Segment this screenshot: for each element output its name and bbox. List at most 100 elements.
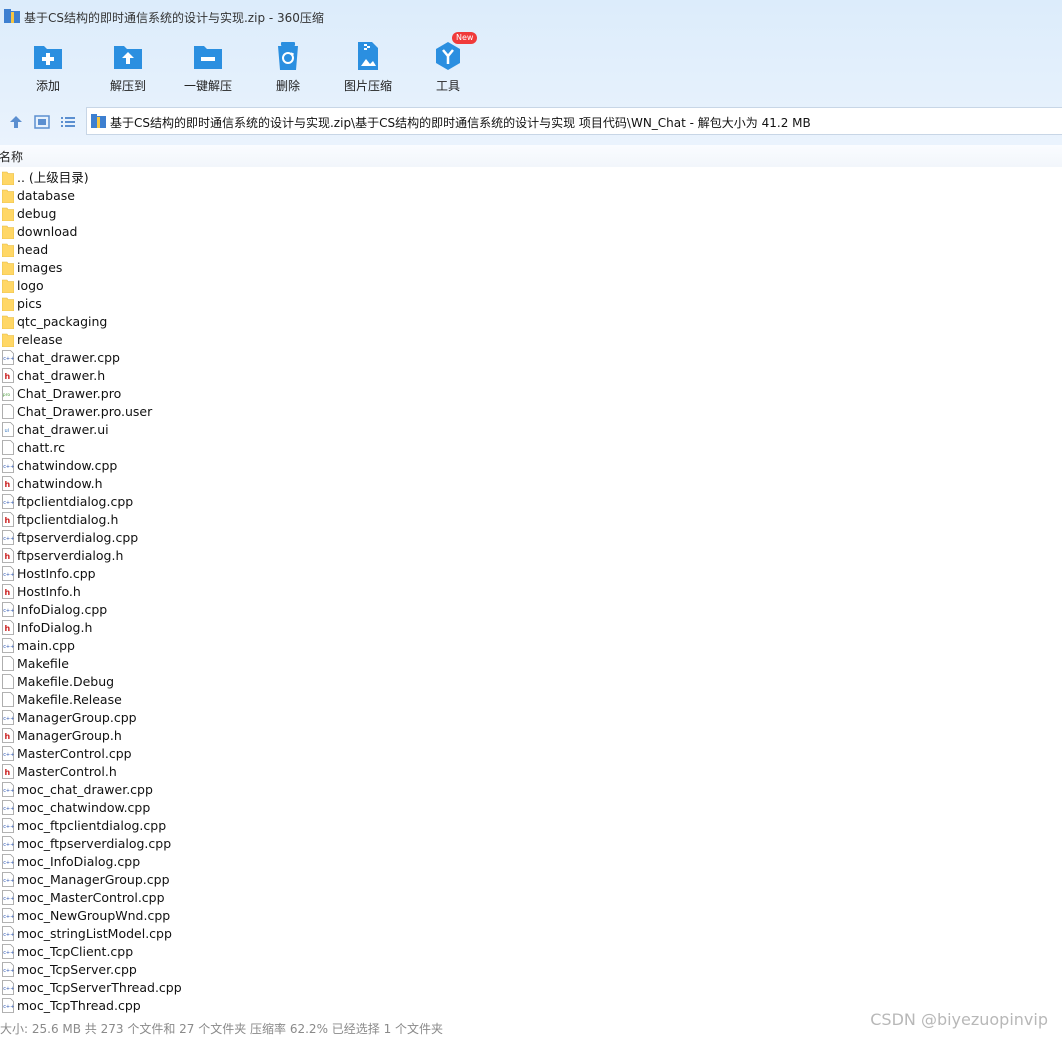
header-file-icon: h — [2, 728, 14, 743]
add-button[interactable]: 添加 — [8, 36, 88, 98]
file-row[interactable]: c++ InfoDialog.cpp — [0, 601, 1062, 619]
image-compress-button[interactable]: 图片压缩 — [328, 36, 408, 98]
file-row[interactable]: c++ chatwindow.cpp — [0, 457, 1062, 475]
thumbnail-view-icon[interactable] — [33, 113, 51, 131]
name-column-header[interactable]: 名称 — [0, 148, 23, 165]
up-arrow-icon[interactable] — [7, 113, 25, 131]
file-row[interactable]: h MasterControl.h — [0, 763, 1062, 781]
file-row[interactable]: h ftpclientdialog.h — [0, 511, 1062, 529]
list-view-icon[interactable] — [59, 113, 77, 131]
file-row[interactable]: c++ moc_NewGroupWnd.cpp — [0, 907, 1062, 925]
folder-row[interactable]: debug — [0, 205, 1062, 223]
file-name: moc_ftpclientdialog.cpp — [17, 818, 167, 833]
file-row[interactable]: c++ HostInfo.cpp — [0, 565, 1062, 583]
cpp-file-icon: c++ — [2, 494, 14, 509]
file-name: moc_MasterControl.cpp — [17, 890, 165, 905]
svg-text:h: h — [5, 624, 11, 633]
svg-text:c++: c++ — [3, 500, 14, 506]
cpp-file-icon: c++ — [2, 530, 14, 545]
delete-button[interactable]: 删除 — [248, 36, 328, 98]
extract-to-button[interactable]: 解压到 — [88, 36, 168, 98]
file-name: moc_NewGroupWnd.cpp — [17, 908, 171, 923]
file-row[interactable]: Makefile.Debug — [0, 673, 1062, 691]
cpp-file-icon: c++ — [2, 836, 14, 851]
folder-row[interactable]: database — [0, 187, 1062, 205]
file-icon — [2, 692, 14, 707]
file-row[interactable]: c++ ftpserverdialog.cpp — [0, 529, 1062, 547]
file-row[interactable]: c++ moc_TcpServer.cpp — [0, 961, 1062, 979]
folder-icon — [1, 188, 15, 204]
file-name: chatwindow.h — [17, 476, 103, 491]
file-row[interactable]: c++ moc_chatwindow.cpp — [0, 799, 1062, 817]
cpp-file-icon: c++ — [2, 746, 14, 761]
file-name: Makefile — [17, 656, 69, 671]
file-row[interactable]: h HostInfo.h — [0, 583, 1062, 601]
file-name: chat_drawer.ui — [17, 422, 109, 437]
svg-text:c++: c++ — [3, 986, 14, 992]
file-row[interactable]: c++ main.cpp — [0, 637, 1062, 655]
file-row[interactable]: c++ moc_TcpClient.cpp — [0, 943, 1062, 961]
cpp-file-icon: c++ — [2, 962, 14, 977]
tools-button[interactable]: New 工具 — [408, 32, 488, 98]
folder-row[interactable]: logo — [0, 277, 1062, 295]
file-name: ManagerGroup.cpp — [17, 710, 137, 725]
file-row[interactable]: c++ ManagerGroup.cpp — [0, 709, 1062, 727]
svg-text:h: h — [5, 732, 11, 741]
address-bar[interactable]: 基于CS结构的即时通信系统的设计与实现.zip\基于CS结构的即时通信系统的设计… — [86, 107, 1062, 135]
folder-row[interactable]: .. (上级目录) — [0, 169, 1062, 187]
file-name: moc_TcpClient.cpp — [17, 944, 134, 959]
file-name: chat_drawer.h — [17, 368, 106, 383]
file-row[interactable]: Makefile.Release — [0, 691, 1062, 709]
file-row[interactable]: chatt.rc — [0, 439, 1062, 457]
svg-text:c++: c++ — [3, 968, 14, 974]
file-row[interactable]: c++ moc_ftpclientdialog.cpp — [0, 817, 1062, 835]
folder-row[interactable]: release — [0, 331, 1062, 349]
file-name: chatt.rc — [17, 440, 65, 455]
file-name: moc_stringListModel.cpp — [17, 926, 172, 941]
file-row[interactable]: c++ moc_chat_drawer.cpp — [0, 781, 1062, 799]
one-click-extract-button[interactable]: 一键解压 — [168, 36, 248, 98]
cpp-file-icon: c++ — [2, 926, 14, 941]
file-name: ftpclientdialog.h — [17, 512, 119, 527]
file-row[interactable]: c++ moc_TcpServerThread.cpp — [0, 979, 1062, 997]
file-row[interactable]: h ManagerGroup.h — [0, 727, 1062, 745]
svg-text:ui: ui — [5, 428, 10, 434]
file-row[interactable]: c++ moc_InfoDialog.cpp — [0, 853, 1062, 871]
folder-icon — [1, 296, 15, 312]
file-row[interactable]: c++ moc_stringListModel.cpp — [0, 925, 1062, 943]
file-row[interactable]: Makefile — [0, 655, 1062, 673]
folder-icon — [1, 206, 15, 222]
file-row[interactable]: c++ moc_ManagerGroup.cpp — [0, 871, 1062, 889]
file-row[interactable]: ui chat_drawer.ui — [0, 421, 1062, 439]
folder-icon — [1, 260, 15, 276]
file-row[interactable]: pro Chat_Drawer.pro — [0, 385, 1062, 403]
file-row[interactable]: Chat_Drawer.pro.user — [0, 403, 1062, 421]
folder-row[interactable]: head — [0, 241, 1062, 259]
folder-row[interactable]: qtc_packaging — [0, 313, 1062, 331]
file-icon — [2, 656, 14, 671]
file-row[interactable]: c++ chat_drawer.cpp — [0, 349, 1062, 367]
file-row[interactable]: c++ moc_MasterControl.cpp — [0, 889, 1062, 907]
file-name: InfoDialog.h — [17, 620, 93, 635]
file-row[interactable]: h InfoDialog.h — [0, 619, 1062, 637]
cpp-file-icon: c++ — [2, 782, 14, 797]
file-row[interactable]: c++ MasterControl.cpp — [0, 745, 1062, 763]
file-row[interactable]: h ftpserverdialog.h — [0, 547, 1062, 565]
folder-row[interactable]: images — [0, 259, 1062, 277]
file-name: ftpserverdialog.h — [17, 548, 124, 563]
folder-row[interactable]: pics — [0, 295, 1062, 313]
file-row[interactable]: h chat_drawer.h — [0, 367, 1062, 385]
file-name: moc_TcpServer.cpp — [17, 962, 137, 977]
delete-button-label: 删除 — [275, 79, 300, 93]
header-file-icon: h — [2, 620, 14, 635]
file-name: images — [17, 260, 63, 275]
file-row[interactable]: c++ moc_ftpserverdialog.cpp — [0, 835, 1062, 853]
svg-text:c++: c++ — [3, 464, 14, 470]
svg-text:c++: c++ — [3, 896, 14, 902]
folder-row[interactable]: download — [0, 223, 1062, 241]
file-row[interactable]: h chatwindow.h — [0, 475, 1062, 493]
cpp-file-icon: c++ — [2, 872, 14, 887]
file-row[interactable]: c++ ftpclientdialog.cpp — [0, 493, 1062, 511]
watermark: CSDN @biyezuopinvip — [870, 1010, 1048, 1029]
file-name: Chat_Drawer.pro.user — [17, 404, 153, 419]
